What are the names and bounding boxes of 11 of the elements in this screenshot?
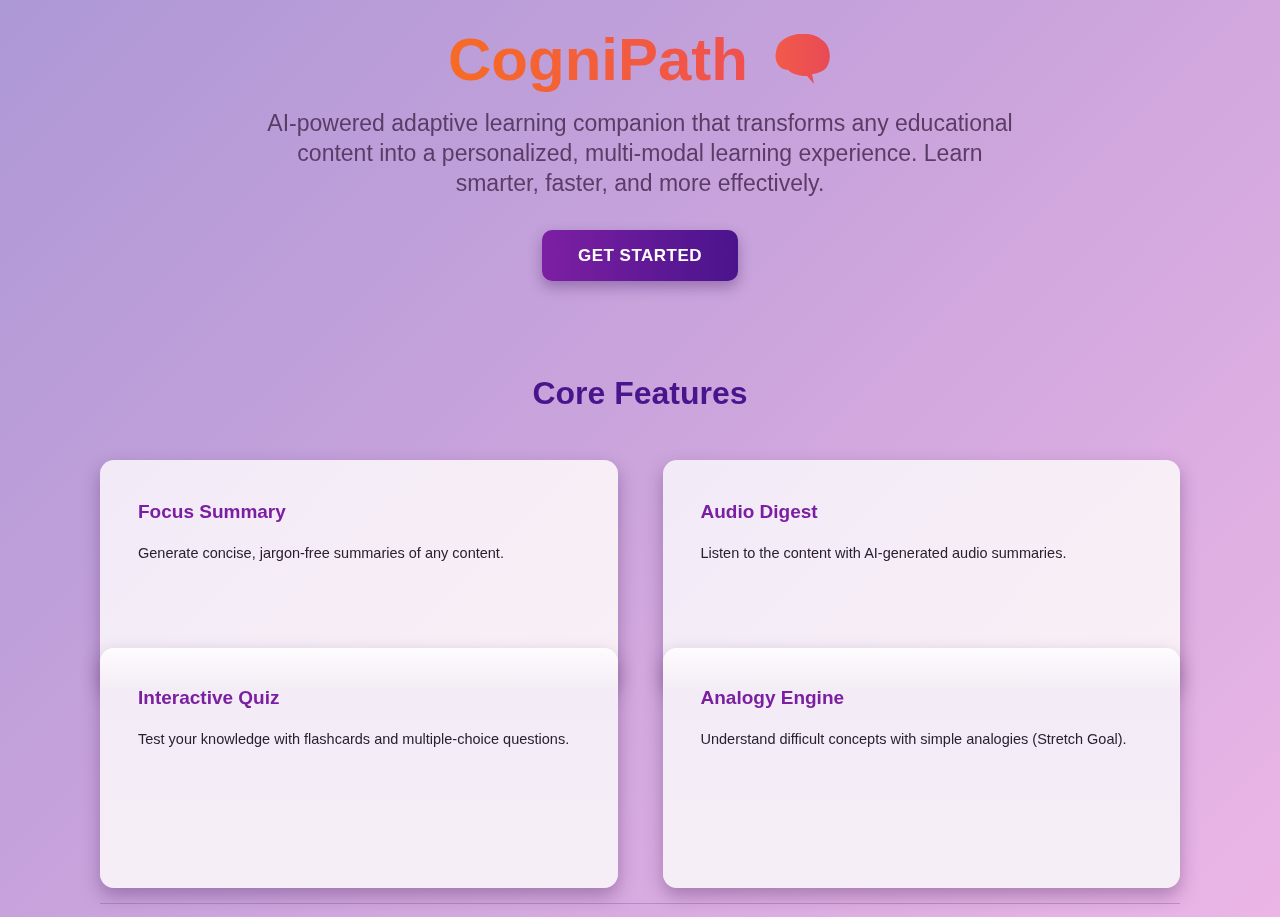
feature-description: Understand difficult concepts with simple analogies (Stretch Goal). bbox=[700, 730, 1128, 749]
feature-description: Generate concise, jargon-free summaries of any content. bbox=[138, 544, 505, 563]
get-started-button[interactable]: GET STARTED bbox=[542, 230, 738, 281]
feature-description: Test your knowledge with flashcards and multiple-choice questions. bbox=[138, 730, 571, 749]
feature-description: Listen to the content with AI-generated audio summaries. bbox=[700, 544, 1068, 563]
feature-title: Audio Digest bbox=[700, 500, 819, 524]
section-heading: Core Features bbox=[532, 374, 748, 413]
feature-title: Interactive Quiz bbox=[138, 686, 281, 710]
feature-title: Analogy Engine bbox=[700, 686, 846, 710]
feature-title: Focus Summary bbox=[138, 500, 287, 524]
tagline: AI-powered adaptive learning companion that transforms any educational content into a personalized, multi-modal learning experience. Learn smarter, faster, and more effectively. bbox=[266, 109, 1014, 198]
